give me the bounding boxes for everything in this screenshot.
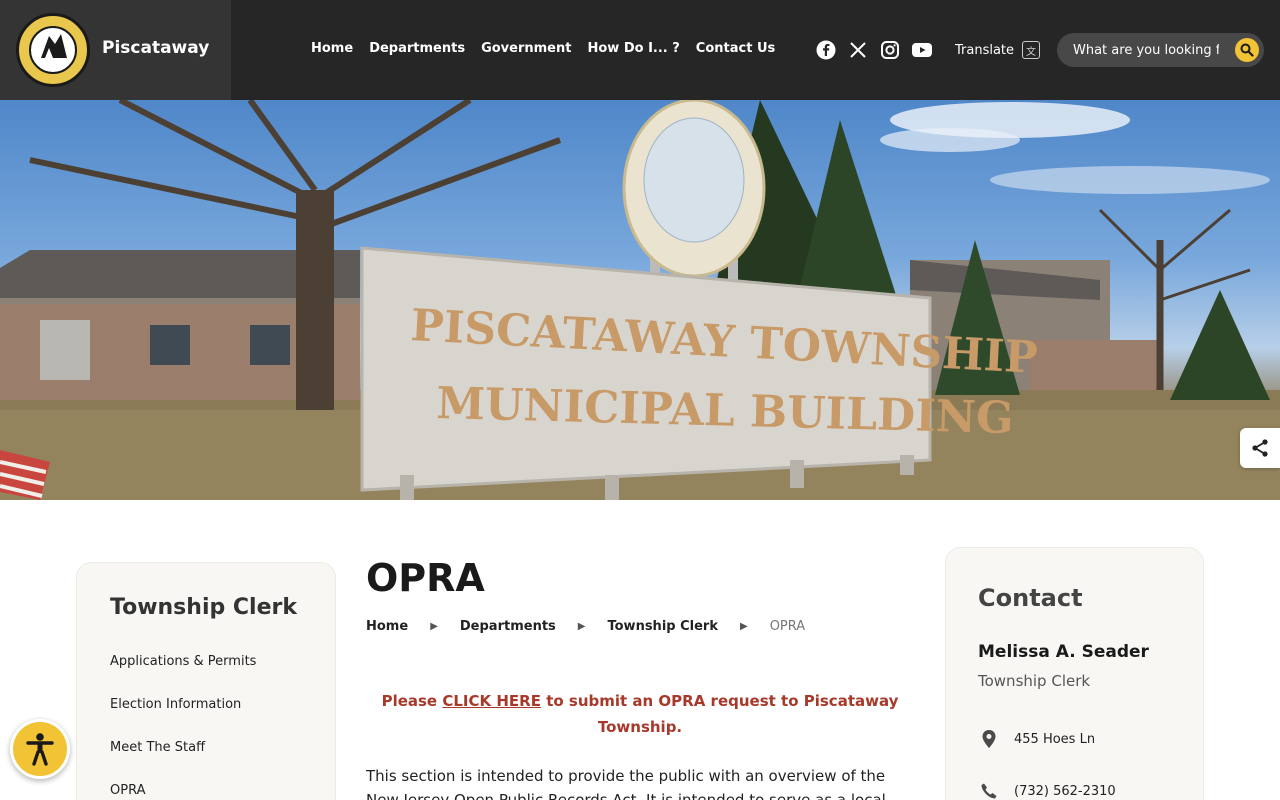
opra-request-link[interactable]: CLICK HERE <box>442 692 541 710</box>
youtube-icon[interactable] <box>911 39 933 61</box>
sidebar-item-opra[interactable]: OPRA <box>110 783 256 800</box>
accessibility-icon <box>26 733 54 766</box>
breadcrumb: Home ▶ Departments ▶ Township Clerk ▶ OP… <box>366 619 805 634</box>
search-button[interactable] <box>1235 38 1259 62</box>
site-header: Piscataway Home Departments Government H… <box>0 0 1280 100</box>
department-sidebar: Township Clerk Applications & Permits El… <box>76 562 336 800</box>
contact-phone-text: (732) 562-2310 <box>1014 783 1116 799</box>
intro-paragraph: This section is intended to provide the … <box>366 767 886 800</box>
social-links <box>815 39 933 61</box>
breadcrumb-township-clerk[interactable]: Township Clerk <box>607 619 718 634</box>
sidebar-item-meet-the-staff[interactable]: Meet The Staff <box>110 740 256 783</box>
contact-role: Township Clerk <box>978 672 1091 690</box>
share-icon <box>1252 439 1268 457</box>
contact-title: Contact <box>978 584 1083 612</box>
nav-home[interactable]: Home <box>311 41 353 56</box>
sidebar-item-election-information[interactable]: Election Information <box>110 697 256 740</box>
breadcrumb-separator-icon: ▶ <box>430 621 438 632</box>
breadcrumb-departments[interactable]: Departments <box>460 619 556 634</box>
opra-notice: Please CLICK HERE to submit an OPRA requ… <box>366 688 914 740</box>
x-icon[interactable] <box>847 39 869 61</box>
sidebar-links: Applications & Permits Election Informat… <box>110 654 256 800</box>
site-name: Piscataway <box>102 38 210 58</box>
facebook-icon[interactable] <box>815 39 837 61</box>
contact-phone[interactable]: (732) 562-2310 <box>978 782 1116 800</box>
contact-address-text: 455 Hoes Ln <box>1014 731 1096 747</box>
notice-text-before: Please <box>381 692 438 710</box>
search-box <box>1057 33 1264 67</box>
breadcrumb-home[interactable]: Home <box>366 619 408 634</box>
accessibility-button[interactable] <box>10 719 70 779</box>
nav-how-do-i[interactable]: How Do I... ? <box>587 41 679 56</box>
sidebar-title: Township Clerk <box>110 595 297 620</box>
nav-contact-us[interactable]: Contact Us <box>696 41 775 56</box>
breadcrumb-separator-icon: ▶ <box>739 621 748 632</box>
nav-departments[interactable]: Departments <box>369 41 465 56</box>
page-title: OPRA <box>366 556 485 600</box>
township-seal-logo <box>16 13 90 87</box>
logo-link[interactable]: Piscataway <box>0 0 231 100</box>
instagram-icon[interactable] <box>879 39 901 61</box>
map-pin-icon <box>978 729 1000 749</box>
sidebar-item-applications-permits[interactable]: Applications & Permits <box>110 654 256 697</box>
main-nav: Home Departments Government How Do I... … <box>311 41 791 56</box>
notice-text-after: to submit an OPRA request to Piscataway … <box>546 692 899 736</box>
phone-icon <box>978 782 1000 800</box>
contact-address[interactable]: 455 Hoes Ln <box>978 729 1095 749</box>
translate-label: Translate <box>955 42 1015 58</box>
search-input[interactable] <box>1073 41 1219 59</box>
hero-image: PISCATAWAY TOWNSHIP MUNICIPAL BUILDING <box>0 100 1280 500</box>
contact-name: Melissa A. Seader <box>978 642 1149 662</box>
breadcrumb-current: OPRA <box>769 619 806 634</box>
nav-government[interactable]: Government <box>481 41 571 56</box>
search-icon <box>1240 43 1254 57</box>
translate-button[interactable]: Translate 文 <box>955 41 1041 59</box>
contact-card: Contact Melissa A. Seader Township Clerk… <box>945 547 1204 800</box>
translate-icon: 文 <box>1022 41 1041 59</box>
share-button[interactable] <box>1240 428 1280 468</box>
breadcrumb-separator-icon: ▶ <box>577 621 586 632</box>
